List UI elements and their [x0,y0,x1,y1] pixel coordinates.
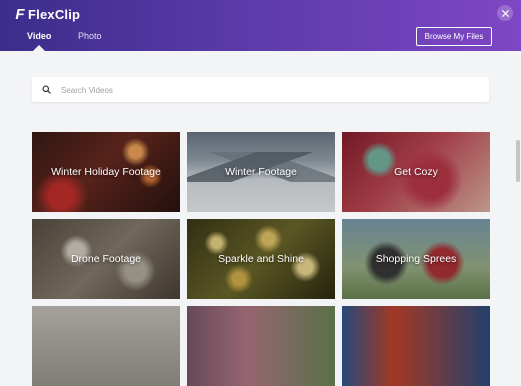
tab-photo[interactable]: Photo [78,31,102,41]
flexclip-logo[interactable]: F FlexClip [13,5,81,23]
category-card-sparkle-and-shine[interactable]: Sparkle and Shine [187,219,335,299]
card-title: Get Cozy [394,166,438,178]
category-card-partial-3[interactable] [342,306,490,386]
card-title: Sparkle and Shine [218,253,304,265]
scrollbar-track[interactable] [515,51,521,326]
category-card-winter-holiday-footage[interactable]: Winter Holiday Footage [32,132,180,212]
browse-my-files-button[interactable]: Browse My Files [416,27,492,46]
card-title: Winter Footage [225,166,297,178]
category-card-partial-2[interactable] [187,306,335,386]
search-icon [42,85,51,94]
card-title: Shopping Sprees [375,253,457,265]
close-icon [501,9,509,17]
category-card-drone-footage[interactable]: Drone Footage [32,219,180,299]
logo-mark: F [15,5,25,23]
search-bar [32,77,489,102]
category-card-shopping-sprees[interactable]: Shopping Sprees [342,219,490,299]
logo-text: FlexClip [28,6,81,22]
header-bar: F FlexClip Video Photo Browse My Files [0,0,521,51]
card-title: Winter Holiday Footage [51,166,161,178]
active-tab-indicator [33,45,45,51]
category-card-get-cozy[interactable]: Get Cozy [342,132,490,212]
search-input[interactable] [59,81,483,100]
category-card-partial-1[interactable] [32,306,180,386]
close-button[interactable] [497,5,513,21]
scrollbar-thumb[interactable] [516,140,520,182]
tab-video[interactable]: Video [27,31,51,41]
category-card-winter-footage[interactable]: Winter Footage [187,132,335,212]
card-title: Drone Footage [70,253,142,265]
